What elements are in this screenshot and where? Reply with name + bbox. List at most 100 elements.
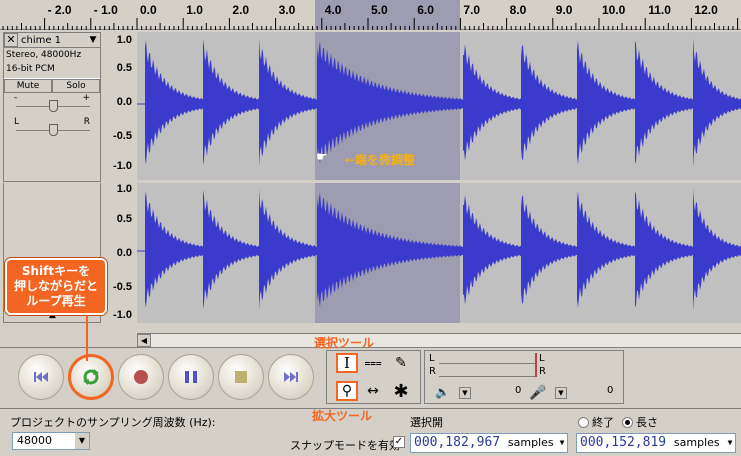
scale-label: -1.0 [113,309,132,321]
ruler-tick-label: 0.0 [140,3,157,17]
amplitude-scale-bottom: 1.0 0.5 0.0 -0.5 -1.0 [104,183,136,323]
waveform-left-channel[interactable] [137,32,741,180]
zoom-tool-button[interactable]: ⚲ [336,381,358,401]
timeline-ruler[interactable]: - 2.0 - 1.0 0.0 1.0 2.0 3.0 4.0 5.0 6.0 7.0 8.0 9.0… [0,0,741,30]
callout-line: 押しながらだと [13,279,98,293]
rec-level-value: 0 [607,385,614,396]
selection-tool-button[interactable]: I [336,353,358,373]
horizontal-scrollbar[interactable]: ◀ [137,333,741,347]
scale-label: -0.5 [113,281,132,293]
sample-rate-select[interactable]: 48000 ▼ [12,432,90,450]
scroll-left-icon[interactable]: ◀ [137,334,151,347]
chevron-down-icon[interactable]: ▼ [557,434,567,452]
play-meter-left [439,354,535,364]
skip-end-icon [284,372,298,382]
ruler-tick-label: - 2.0 [47,3,72,17]
waveform-strike [145,40,203,165]
meter-left-label: L [429,353,435,364]
gain-slider[interactable]: - + [4,93,100,117]
selection-start-field[interactable]: 000,182,967 samples ▼ [410,433,568,453]
hand-cursor-icon: ☛ [316,150,328,165]
waveform-right-channel[interactable] [137,183,741,323]
waveform-strike [203,38,259,166]
draw-tool-button[interactable]: ✎ [390,353,412,373]
pan-left-label: L [14,117,20,127]
select-tool-annotation: 選択ツール [314,336,375,350]
double-arrow-icon: ↔ [367,383,379,399]
solo-button[interactable]: Solo [52,79,100,93]
track-close-button[interactable]: ✕ [4,33,18,47]
pause-icon [185,371,197,383]
play-meter-right [439,367,535,377]
play-level-value: 0 [515,385,522,396]
waveform-strike [145,191,203,308]
rec-volume-dropdown[interactable]: ▼ [555,387,567,399]
waveform-strike [635,40,693,165]
chevron-down-icon[interactable]: ▼ [725,434,735,452]
selection-start-label: 選択開 [410,416,443,429]
end-radio-label: 終了 [592,416,614,429]
pan-right-label: R [83,117,90,127]
selection-length-value: 000,152,819 [580,435,667,450]
track-name-menu[interactable]: chime 1 [18,35,86,46]
selection-start-unit: samples [507,436,554,449]
ruler-tick-label: 3.0 [278,3,296,17]
ruler-tick-label: 12.0 [694,3,718,17]
asterisk-icon: ✱ [393,380,409,402]
length-radio[interactable] [622,416,633,428]
ruler-tick-label: 7.0 [463,3,481,17]
magnifier-icon: ⚲ [341,383,353,399]
play-volume-dropdown[interactable]: ▼ [459,387,471,399]
amplitude-scale-top: 1.0 0.5 0.0 -0.5 -1.0 [104,32,136,180]
waveform-strike [203,189,259,310]
ruler-tick-label: 1.0 [186,3,203,17]
waveform-strike [259,38,317,167]
scale-label: 0.0 [116,247,132,259]
length-radio-label: 長さ [636,416,658,429]
scale-label: 0.5 [116,213,132,225]
record-button[interactable] [118,354,164,400]
pan-slider-thumb[interactable] [49,124,58,136]
stop-icon [235,371,247,383]
ruler-tick-label: 5.0 [371,3,388,17]
skip-start-icon [34,372,48,382]
waveform-strike [521,44,577,161]
mute-button[interactable]: Mute [4,79,52,93]
snap-mode-checkbox[interactable]: ✓ [393,436,405,448]
scale-label: 1.0 [116,34,132,46]
waveform-strike [463,194,521,305]
end-radio[interactable] [578,416,589,428]
skip-to-start-button[interactable] [18,354,64,400]
meter-right-label: R [429,366,436,377]
waveform-strike [259,189,317,310]
ruler-tick-label: 2.0 [232,3,250,17]
track-menu-arrow-icon[interactable]: ▼ [86,35,100,45]
ruler-tick-label: 4.0 [324,3,342,17]
gain-min-label: - [14,93,18,103]
pan-slider[interactable]: L R [4,117,100,141]
ruler-tick-label: 9.0 [555,3,573,17]
ruler-tick-label: 6.0 [417,3,434,17]
ruler-tick-label: 8.0 [509,3,527,17]
pause-button[interactable] [168,354,214,400]
stop-button[interactable] [218,354,264,400]
shift-loop-callout: Shiftキーを 押しながらだと ループ再生 [5,258,107,315]
timeshift-tool-button[interactable]: ↔ [362,381,384,401]
callout-line: ループ再生 [26,294,86,308]
chevron-down-icon[interactable]: ▼ [75,433,89,449]
selection-length-field[interactable]: 000,152,819 samples ▼ [576,433,736,453]
ruler-tick-label: 11.0 [648,3,671,17]
multi-tool-button[interactable]: ✱ [390,380,412,402]
gain-slider-thumb[interactable] [49,100,58,112]
zoom-tool-annotation: 拡大ツール [312,409,373,423]
scale-label: 1.0 [116,183,132,195]
meter-panel: L R L R 🔈 ▼ 0 🎤 ▼ 0 [424,350,624,404]
waveform-strike [521,195,577,304]
envelope-tool-button[interactable]: ⩶ [362,353,384,373]
ibeam-icon: I [344,354,350,372]
loop-play-icon [83,369,99,385]
envelope-icon: ⩶ [364,357,382,369]
skip-to-end-button[interactable] [268,354,314,400]
rec-meter-left-label: L [539,353,545,364]
waveform-strike [635,191,693,308]
